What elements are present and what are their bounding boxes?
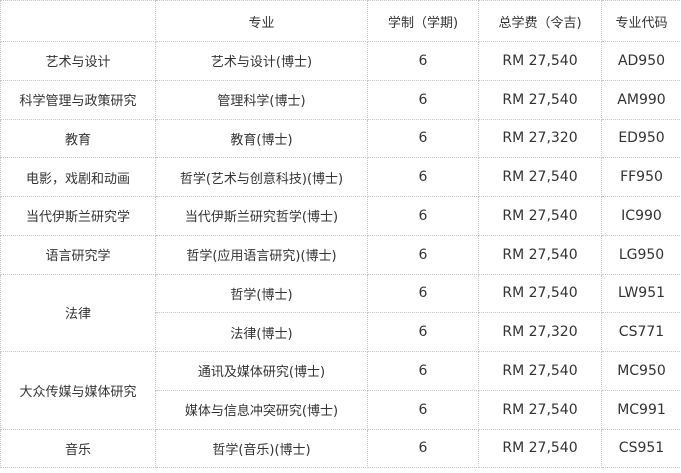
faculty-cell: 法律 — [0, 273, 156, 352]
table-row: 电影，戏剧和动画 哲学(艺术与创意科技)(博士) 6 RM 27,540 FF9… — [0, 157, 681, 197]
duration-cell: 6 — [367, 428, 479, 469]
faculty-cell: 音乐 — [0, 428, 156, 469]
table-header: 专业 学制（学期) 总学费（令吉) 专业代码 — [0, 0, 681, 42]
table-row: 科学管理与政策研究 管理科学(博士) 6 RM 27,540 AM990 — [0, 79, 681, 120]
tuition-cell: RM 27,540 — [478, 196, 602, 236]
major-cell: 媒体与信息冲突研究(博士) — [155, 389, 368, 430]
table-row: 艺术与设计 艺术与设计(博士) 6 RM 27,540 AD950 — [0, 41, 681, 81]
duration-cell: 6 — [367, 273, 479, 314]
code-cell: CS771 — [601, 312, 681, 352]
duration-cell: 6 — [367, 79, 479, 120]
faculty-cell: 电影，戏剧和动画 — [0, 157, 156, 197]
major-cell: 艺术与设计(博士) — [155, 41, 368, 81]
table-row: 语言研究学 哲学(应用语言研究)(博士) 6 RM 27,540 LG950 — [0, 234, 681, 275]
major-cell: 哲学(艺术与创意科技)(博士) — [155, 157, 368, 197]
table-body: 艺术与设计 艺术与设计(博士) 6 RM 27,540 AD950 科学管理与政… — [0, 41, 681, 469]
code-cell: MC991 — [601, 389, 681, 430]
table-row: 法律 哲学(博士) 6 RM 27,540 LW951 — [0, 273, 681, 352]
duration-cell: 6 — [367, 118, 479, 159]
faculty-cell: 艺术与设计 — [0, 41, 156, 81]
header-row: 专业 学制（学期) 总学费（令吉) 专业代码 — [0, 0, 681, 42]
tuition-cell: RM 27,540 — [478, 79, 602, 120]
table-row: 音乐 哲学(音乐)(博士) 6 RM 27,540 CS951 — [0, 428, 681, 469]
tuition-cell: RM 27,540 — [478, 389, 602, 430]
program-fee-table: 专业 学制（学期) 总学费（令吉) 专业代码 艺术与设计 艺术与设计(博士) 6… — [0, 0, 681, 469]
faculty-cell: 教育 — [0, 118, 156, 159]
duration-cell: 6 — [367, 41, 479, 81]
code-cell: IC990 — [601, 196, 681, 236]
major-cell: 通讯及媒体研究(博士) — [155, 351, 368, 391]
tuition-cell: RM 27,540 — [478, 234, 602, 275]
tuition-cell: RM 27,320 — [478, 312, 602, 352]
code-cell: LW951 — [601, 273, 681, 314]
duration-cell: 6 — [367, 234, 479, 275]
program-fee-table-container: 专业 学制（学期) 总学费（令吉) 专业代码 艺术与设计 艺术与设计(博士) 6… — [0, 0, 681, 473]
tuition-cell: RM 27,540 — [478, 351, 602, 391]
major-cell: 哲学(博士) — [155, 273, 368, 314]
major-cell: 法律(博士) — [155, 312, 368, 352]
major-cell: 当代伊斯兰研究哲学(博士) — [155, 196, 368, 236]
code-cell: CS951 — [601, 428, 681, 469]
tuition-cell: RM 27,540 — [478, 157, 602, 197]
tuition-cell: RM 27,540 — [478, 41, 602, 81]
faculty-cell: 大众传媒与媒体研究 — [0, 351, 156, 430]
faculty-cell: 科学管理与政策研究 — [0, 79, 156, 120]
header-code: 专业代码 — [601, 0, 681, 42]
major-cell: 哲学(音乐)(博士) — [155, 428, 368, 469]
faculty-cell: 当代伊斯兰研究学 — [0, 196, 156, 236]
tuition-cell: RM 27,320 — [478, 118, 602, 159]
code-cell: LG950 — [601, 234, 681, 275]
duration-cell: 6 — [367, 312, 479, 352]
major-cell: 管理科学(博士) — [155, 79, 368, 120]
duration-cell: 6 — [367, 351, 479, 391]
tuition-cell: RM 27,540 — [478, 273, 602, 314]
duration-cell: 6 — [367, 389, 479, 430]
duration-cell: 6 — [367, 196, 479, 236]
code-cell: AD950 — [601, 41, 681, 81]
major-cell: 教育(博士) — [155, 118, 368, 159]
table-row: 当代伊斯兰研究学 当代伊斯兰研究哲学(博士) 6 RM 27,540 IC990 — [0, 196, 681, 236]
duration-cell: 6 — [367, 157, 479, 197]
header-faculty — [0, 0, 156, 42]
header-major: 专业 — [155, 0, 368, 42]
code-cell: AM990 — [601, 79, 681, 120]
table-row: 教育 教育(博士) 6 RM 27,320 ED950 — [0, 118, 681, 159]
major-cell: 哲学(应用语言研究)(博士) — [155, 234, 368, 275]
tuition-cell: RM 27,540 — [478, 428, 602, 469]
header-tuition: 总学费（令吉) — [478, 0, 602, 42]
code-cell: MC950 — [601, 351, 681, 391]
code-cell: FF950 — [601, 157, 681, 197]
table-row: 大众传媒与媒体研究 通讯及媒体研究(博士) 6 RM 27,540 MC950 — [0, 351, 681, 430]
code-cell: ED950 — [601, 118, 681, 159]
faculty-cell: 语言研究学 — [0, 234, 156, 275]
header-duration: 学制（学期) — [367, 0, 479, 42]
